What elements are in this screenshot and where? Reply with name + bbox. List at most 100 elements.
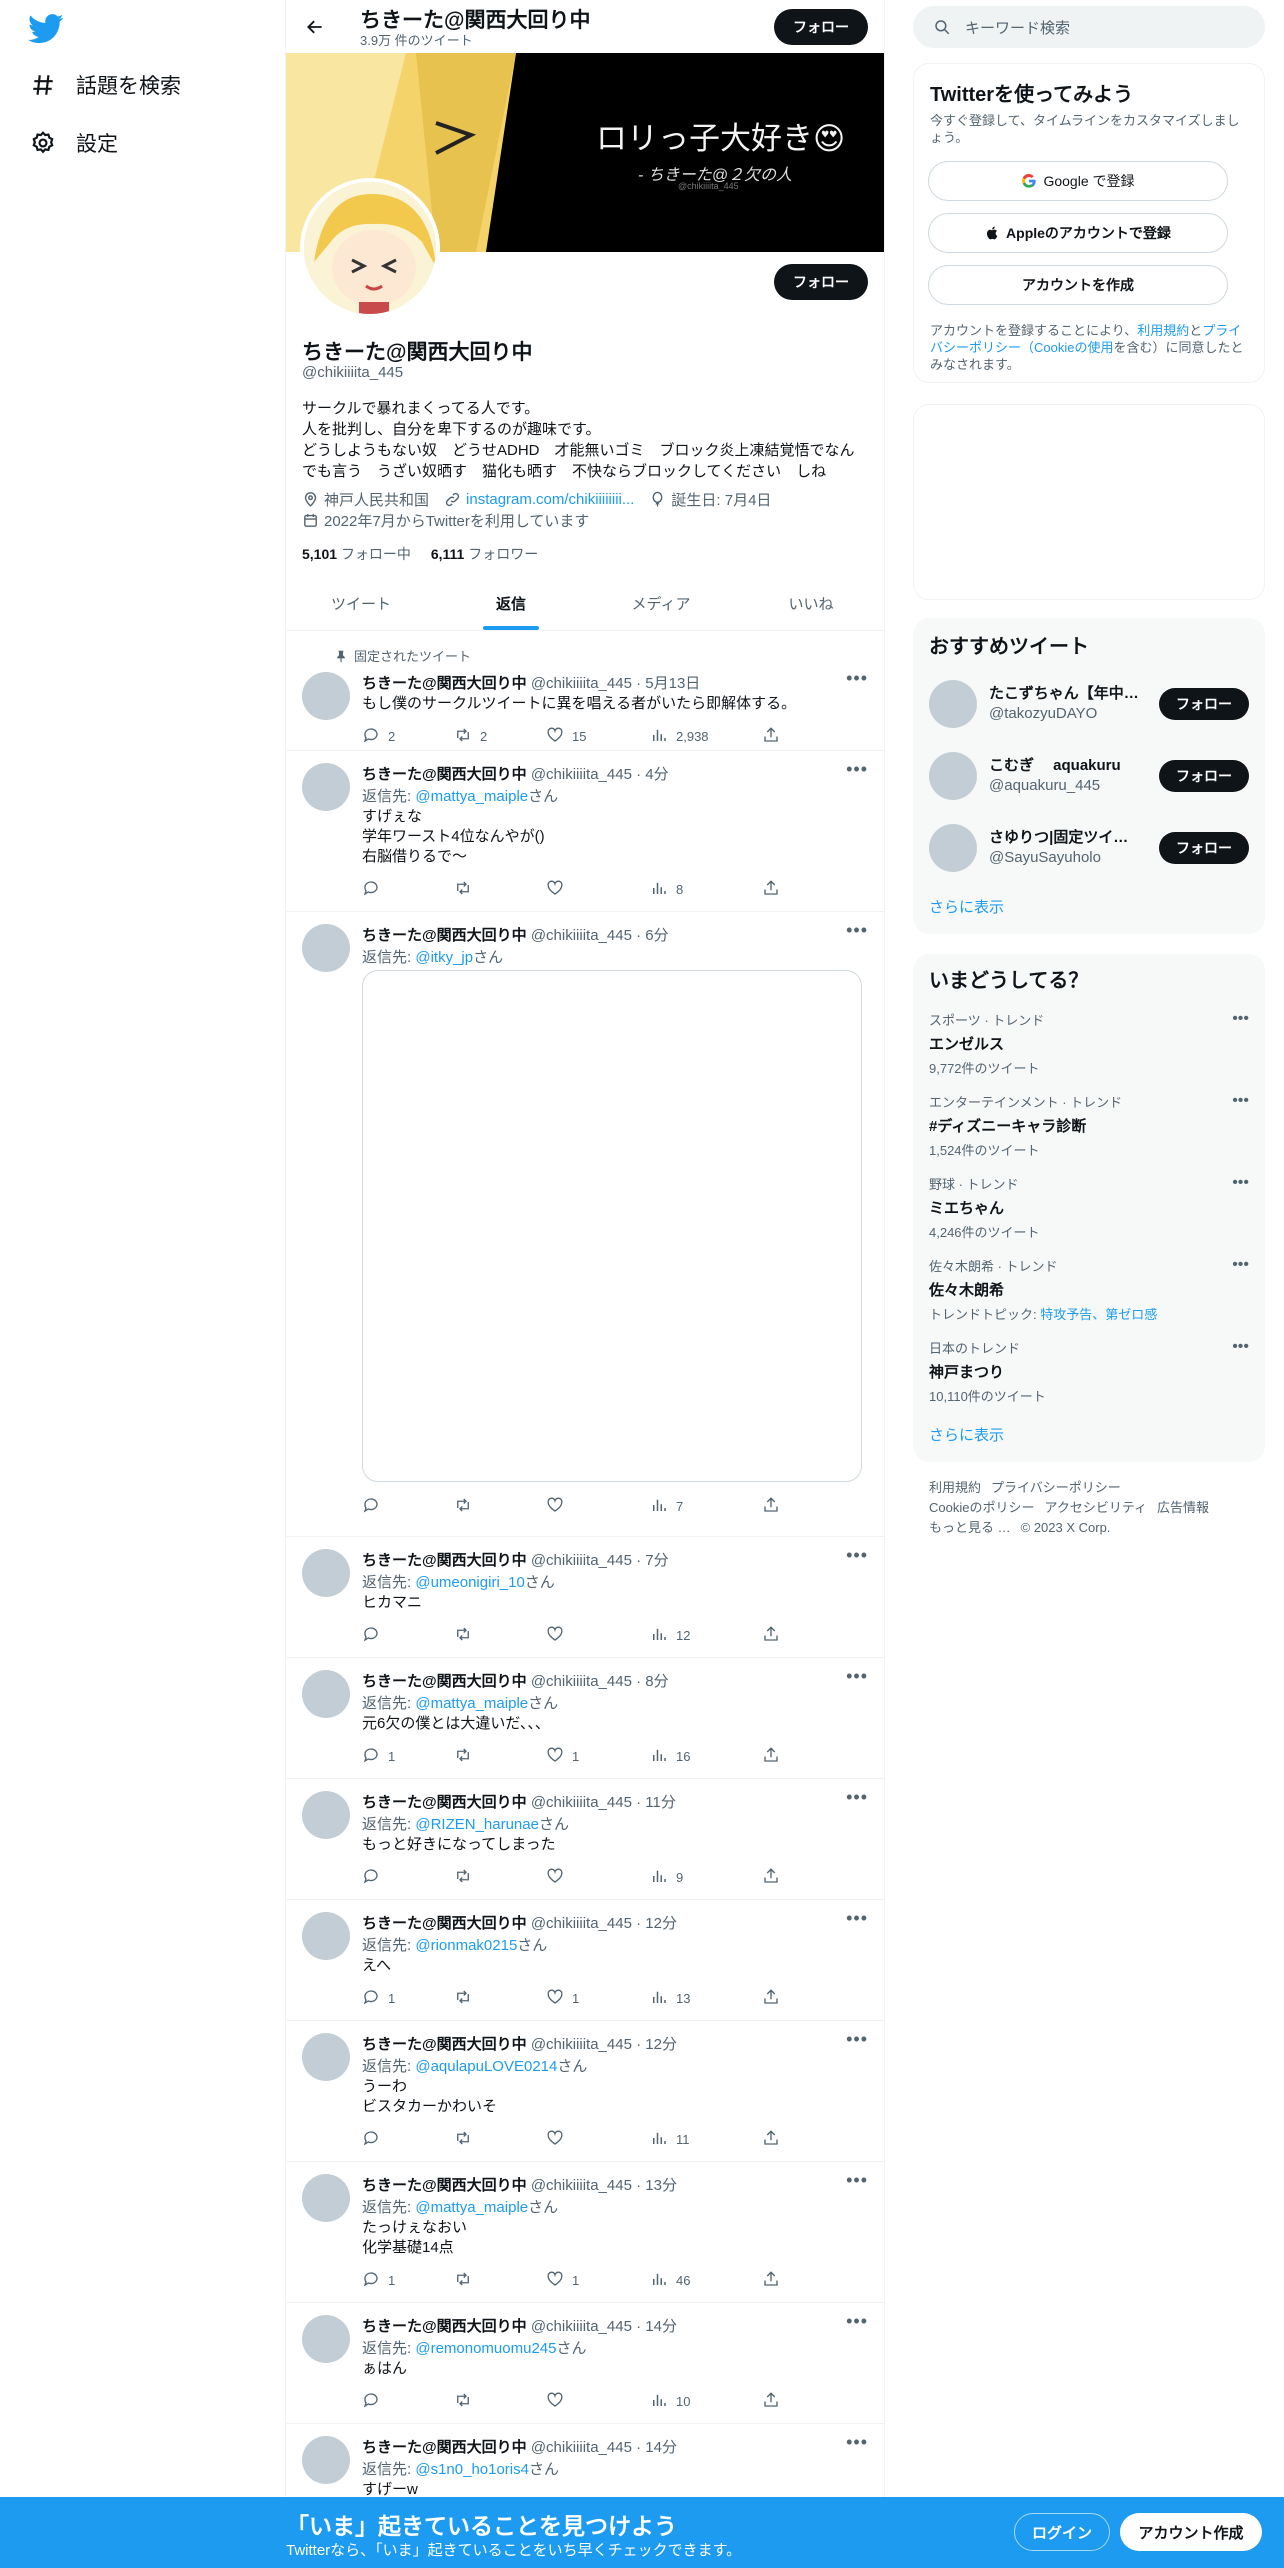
more-options-icon[interactable]: ••• [846,1545,868,1566]
tweet-author-name[interactable]: ちきーた@関西大回り中 [362,1794,527,1811]
more-options-icon[interactable]: ••• [1232,1010,1249,1028]
views-button[interactable]: 8 [650,879,683,900]
share-button[interactable] [762,2391,780,2412]
tab-likes[interactable]: いいね [736,578,884,630]
rec-follow-button[interactable]: フォロー [1159,832,1249,864]
footer-link[interactable]: 利用規約 [929,1480,981,1495]
tweet-avatar[interactable] [302,1912,350,1960]
reply-to-link[interactable]: @mattya_maiple [415,2199,528,2216]
tweet-avatar[interactable] [302,924,350,972]
back-button[interactable] [298,10,332,44]
profile-website-link[interactable]: instagram.com/chikiiiiiiii... [466,491,634,508]
tweet-author-name[interactable]: ちきーた@関西大回り中 [362,2036,527,2053]
more-options-icon[interactable]: ••• [1232,1338,1249,1356]
tab-media[interactable]: メディア [586,578,736,630]
tweet-avatar[interactable] [302,763,350,811]
rec-user-name[interactable]: こむぎ aquakuru [989,754,1139,775]
tweet[interactable]: ちきーた@関西大回り中 @chikiiiita_445 · 12分 ••• 返信先:… [286,2021,884,2162]
reply-button[interactable]: 1 [362,1988,395,2009]
profile-follow-button[interactable]: フォロー [774,264,868,300]
views-button[interactable]: 13 [650,1988,690,2009]
tweet-avatar[interactable] [302,2033,350,2081]
reply-to-link[interactable]: @itky_jp [415,949,473,966]
reply-to-link[interactable]: @remonomuomu245 [415,2340,556,2357]
share-button[interactable] [762,1867,780,1888]
rec-user-name[interactable]: さゆりつ|固定ツイふ… [989,826,1139,847]
reply-to-link[interactable]: @rionmak0215 [415,1937,517,1954]
views-button[interactable]: 2,938 [650,726,709,747]
tweet[interactable]: ちきーた@関西大回り中 @chikiiiita_445 · 13分 ••• 返信先:… [286,2162,884,2303]
tweet[interactable]: ちきーた@関西大回り中 @chikiiiita_445 · 12分 ••• 返信先:… [286,1900,884,2021]
tweet[interactable]: ちきーた@関西大回り中 @chikiiiita_445 · 11分 ••• 返信先:… [286,1779,884,1900]
tab-replies[interactable]: 返信 [436,578,586,630]
create-account-button[interactable]: アカウントを作成 [928,265,1228,305]
tweet-author-name[interactable]: ちきーた@関西大回り中 [362,2439,527,2456]
tweet[interactable]: ちきーた@関西大回り中 @chikiiiita_445 · 7分 ••• 返信先: … [286,1537,884,1658]
footer-more-link[interactable]: もっと見る … [929,1520,1011,1535]
trend-item[interactable]: エンターテインメント · トレンド #ディズニーキャラ診断 1,524件のツイート •… [929,1092,1249,1159]
retweet-button[interactable] [454,2391,480,2412]
like-button[interactable] [546,1625,572,1646]
more-options-icon[interactable]: ••• [846,1787,868,1808]
reply-to-link[interactable]: @umeonigiri_10 [415,1574,524,1591]
more-options-icon[interactable]: ••• [1232,1256,1249,1274]
tweet-avatar[interactable] [302,672,350,720]
tweet-author-name[interactable]: ちきーた@関西大回り中 [362,766,527,783]
tweet-author-name[interactable]: ちきーた@関西大回り中 [362,675,527,692]
retweet-button[interactable] [454,1867,480,1888]
recommended-user[interactable]: こむぎ aquakuru @aquakuru_445 フォロー [929,746,1249,806]
tweet-author-name[interactable]: ちきーた@関西大回り中 [362,927,527,944]
trends-more-link[interactable]: さらに表示 [929,1424,1004,1445]
share-button[interactable] [762,1625,780,1646]
like-button[interactable]: 1 [546,2270,579,2291]
like-button[interactable] [546,2129,572,2150]
views-button[interactable]: 12 [650,1625,690,1646]
avatar[interactable] [929,824,977,872]
reply-to-link[interactable]: @aqulapuLOVE0214 [415,2058,557,2075]
more-options-icon[interactable]: ••• [846,1908,868,1929]
reply-button[interactable]: 1 [362,1746,395,1767]
views-button[interactable]: 10 [650,2391,690,2412]
google-signup-button[interactable]: Google で登録 [928,161,1228,201]
terms-link[interactable]: 利用規約 [1137,323,1189,338]
reply-button[interactable] [362,1867,388,1888]
like-button[interactable] [546,1867,572,1888]
rec-follow-button[interactable]: フォロー [1159,760,1249,792]
like-button[interactable]: 15 [546,726,586,747]
tweet[interactable]: ちきーた@関西大回り中 @chikiiiita_445 · 14分 ••• 返信先:… [286,2303,884,2424]
footer-link[interactable]: アクセシビリティ [1044,1500,1147,1515]
nav-settings[interactable]: 設定 [30,128,118,158]
more-options-icon[interactable]: ••• [846,759,868,780]
login-button[interactable]: ログイン [1014,2513,1110,2551]
like-button[interactable]: 1 [546,1988,579,2009]
like-button[interactable]: 1 [546,1746,579,1767]
reply-to-link[interactable]: @s1n0_ho1oris4 [415,2461,529,2478]
tweet-avatar[interactable] [302,2174,350,2222]
share-button[interactable] [762,1988,780,2009]
reply-button[interactable]: 1 [362,2270,395,2291]
tweet-avatar[interactable] [302,1791,350,1839]
rec-follow-button[interactable]: フォロー [1159,688,1249,720]
recommended-user[interactable]: さゆりつ|固定ツイふ… @SayuSayuholo フォロー [929,818,1249,878]
reply-to-link[interactable]: @mattya_maiple [415,788,528,805]
like-button[interactable] [546,879,572,900]
share-button[interactable] [762,726,780,747]
tweet-media[interactable] [362,970,862,1482]
reply-button[interactable] [362,1496,388,1517]
footer-link[interactable]: プライバシーポリシー [991,1480,1121,1495]
tab-tweets[interactable]: ツイート [286,578,436,630]
reply-to-link[interactable]: @mattya_maiple [415,1695,528,1712]
trend-item[interactable]: 野球 · トレンド ミエちゃん 4,246件のツイート ••• [929,1174,1249,1241]
tweet-author-name[interactable]: ちきーた@関西大回り中 [362,1915,527,1932]
tweet-avatar[interactable] [302,1549,350,1597]
apple-signup-button[interactable]: Appleのアカウントで登録 [928,213,1228,253]
avatar[interactable] [929,680,977,728]
more-options-icon[interactable]: ••• [846,2432,868,2453]
tweet-avatar[interactable] [302,2436,350,2484]
profile-avatar[interactable] [300,178,440,318]
tweet-avatar[interactable] [302,2315,350,2363]
twitter-bird-icon[interactable] [28,14,64,44]
share-button[interactable] [762,2270,780,2291]
tweet-author-name[interactable]: ちきーた@関西大回り中 [362,2177,527,2194]
reply-button[interactable]: 2 [362,726,395,747]
